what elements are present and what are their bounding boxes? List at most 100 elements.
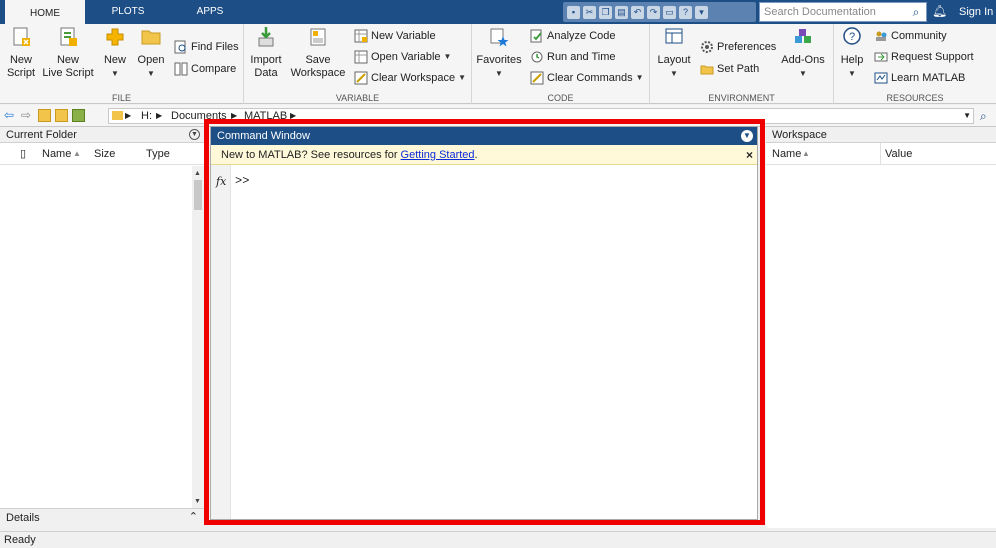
- save-workspace-button[interactable]: Save Workspace: [290, 26, 346, 80]
- command-window[interactable]: Command Window ▼ New to MATLAB? See reso…: [210, 126, 758, 520]
- tab-home[interactable]: HOME: [5, 0, 85, 24]
- path-segment-matlab[interactable]: MATLAB: [244, 109, 287, 123]
- column-type[interactable]: Type: [146, 143, 170, 165]
- panel-menu-icon[interactable]: ▼: [189, 129, 200, 140]
- column-value[interactable]: Value: [880, 143, 912, 165]
- banner-text: New to MATLAB? See resources for: [221, 149, 401, 161]
- scroll-up-icon[interactable]: ▲: [194, 170, 202, 178]
- command-window-title-label: Command Window: [217, 130, 310, 142]
- help-button[interactable]: ? Help ▼: [838, 26, 866, 80]
- column-name[interactable]: Name: [42, 143, 71, 165]
- folder-options-icon[interactable]: [72, 109, 85, 122]
- workspace-title-label: Workspace: [772, 129, 827, 141]
- dropdown-icon[interactable]: ▾: [695, 5, 708, 19]
- sign-in-link[interactable]: Sign In: [959, 0, 993, 24]
- up-folder-icon[interactable]: [38, 109, 51, 122]
- status-bar: Ready: [0, 531, 996, 548]
- chevron-down-icon: ▼: [147, 69, 155, 78]
- new-live-script-icon: [60, 27, 77, 46]
- variable-group: Import Data Save Workspace New Variable …: [244, 24, 472, 104]
- new-variable-button[interactable]: New Variable: [354, 27, 436, 45]
- community-label: Community: [891, 30, 947, 42]
- resources-group: ? Help ▼ Community Request Support Learn…: [834, 24, 996, 104]
- favorites-button[interactable]: Favorites ▼: [476, 26, 522, 80]
- workspace-panel: Workspace Name ▲ Value: [766, 127, 996, 528]
- layout-button[interactable]: Layout ▼: [654, 26, 694, 80]
- column-name[interactable]: Name: [772, 143, 801, 165]
- clear-workspace-button[interactable]: Clear Workspace ▼: [354, 69, 466, 87]
- file-group-label: FILE: [111, 93, 131, 103]
- banner-end: .: [474, 149, 478, 161]
- svg-text:?: ?: [849, 31, 855, 43]
- undo-icon[interactable]: ↶: [631, 5, 644, 19]
- command-gutter: [211, 165, 231, 519]
- command-prompt[interactable]: >>: [235, 174, 249, 188]
- new-variable-icon: [354, 29, 368, 43]
- set-path-button[interactable]: Set Path: [700, 60, 759, 78]
- path-folder-icon: [112, 111, 123, 120]
- chevron-down-icon: ▼: [848, 69, 856, 78]
- scroll-down-icon[interactable]: ▼: [194, 498, 202, 506]
- folder-icon: [141, 30, 161, 45]
- compare-button[interactable]: Compare: [174, 60, 236, 78]
- resources-group-label: RESOURCES: [886, 93, 944, 103]
- open-variable-button[interactable]: Open Variable ▼: [354, 48, 451, 66]
- path-segment-h[interactable]: H:: [141, 109, 152, 123]
- column-size[interactable]: Size: [94, 143, 115, 165]
- current-folder-header: ▯ Name ▲ Size Type: [0, 143, 204, 165]
- search-input[interactable]: Search Documentation ⌕: [759, 2, 927, 22]
- new-script-button[interactable]: New Script: [4, 26, 38, 80]
- save-icon[interactable]: ▪: [567, 5, 580, 19]
- scroll-thumb[interactable]: [194, 180, 202, 210]
- top-tab-bar: HOME PLOTS APPS ▪ ✂ ❐ ▤ ↶ ↷ ▭ ? ▾ Search…: [0, 0, 996, 24]
- run-and-time-button[interactable]: Run and Time: [530, 48, 615, 66]
- back-icon[interactable]: ⇦: [4, 109, 17, 122]
- details-title: Details: [6, 512, 40, 524]
- chevron-down-icon: ▼: [443, 52, 452, 61]
- preferences-button[interactable]: Preferences: [700, 38, 776, 56]
- current-folder-scrollbar[interactable]: ▲ ▼: [192, 166, 204, 508]
- help-icon[interactable]: ?: [679, 5, 692, 19]
- import-data-button[interactable]: Import Data: [248, 26, 284, 80]
- tab-apps[interactable]: APPS: [170, 0, 250, 24]
- favorites-label: Favorites: [476, 54, 522, 66]
- new-button[interactable]: New ▼: [101, 26, 129, 80]
- path-field[interactable]: ▶ H: ▶ Documents ▶ MATLAB ▶ ▼: [108, 108, 974, 124]
- learn-matlab-icon: [874, 72, 888, 84]
- copy-icon[interactable]: ❐: [599, 5, 612, 19]
- switch-windows-icon[interactable]: ▭: [663, 5, 676, 19]
- cut-icon[interactable]: ✂: [583, 5, 596, 19]
- find-files-button[interactable]: Find Files: [174, 38, 239, 56]
- panel-menu-icon[interactable]: ▼: [741, 130, 753, 142]
- search-folder-icon[interactable]: ⌕: [980, 109, 987, 124]
- redo-icon[interactable]: ↷: [647, 5, 660, 19]
- tab-plots[interactable]: PLOTS: [88, 0, 168, 24]
- chevron-up-icon[interactable]: ⌃: [189, 510, 198, 523]
- path-dropdown-icon[interactable]: ▼: [963, 109, 971, 123]
- paste-icon[interactable]: ▤: [615, 5, 628, 19]
- clear-commands-button[interactable]: Clear Commands ▼: [530, 69, 644, 87]
- browse-folder-icon[interactable]: [55, 109, 68, 122]
- getting-started-link[interactable]: Getting Started: [401, 149, 475, 161]
- open-button[interactable]: Open ▼: [136, 26, 166, 80]
- new-live-script-button[interactable]: New Live Script: [42, 26, 94, 80]
- learn-matlab-button[interactable]: Learn MATLAB: [874, 69, 965, 87]
- forward-icon[interactable]: ⇨: [21, 109, 34, 122]
- chevron-right-icon: ▶: [156, 111, 163, 120]
- new-script-icon: [13, 27, 30, 46]
- preferences-label: Preferences: [717, 41, 777, 53]
- request-support-button[interactable]: Request Support: [874, 48, 974, 66]
- analyze-code-button[interactable]: Analyze Code: [530, 27, 616, 45]
- command-window-title: Command Window ▼: [211, 127, 757, 145]
- add-ons-button[interactable]: Add-Ons ▼: [780, 26, 826, 80]
- community-button[interactable]: Community: [874, 27, 947, 45]
- run-and-time-icon: [531, 51, 543, 63]
- details-panel[interactable]: Details ⌃: [0, 508, 204, 528]
- path-segment-documents[interactable]: Documents: [171, 109, 227, 123]
- bell-icon[interactable]: 🔔︎: [932, 4, 947, 20]
- function-browser-icon[interactable]: fx: [216, 175, 226, 188]
- open-variable-icon: [354, 50, 368, 64]
- close-banner-icon[interactable]: ×: [746, 145, 753, 165]
- search-icon[interactable]: ⌕: [906, 3, 926, 21]
- favorites-icon: [490, 28, 509, 47]
